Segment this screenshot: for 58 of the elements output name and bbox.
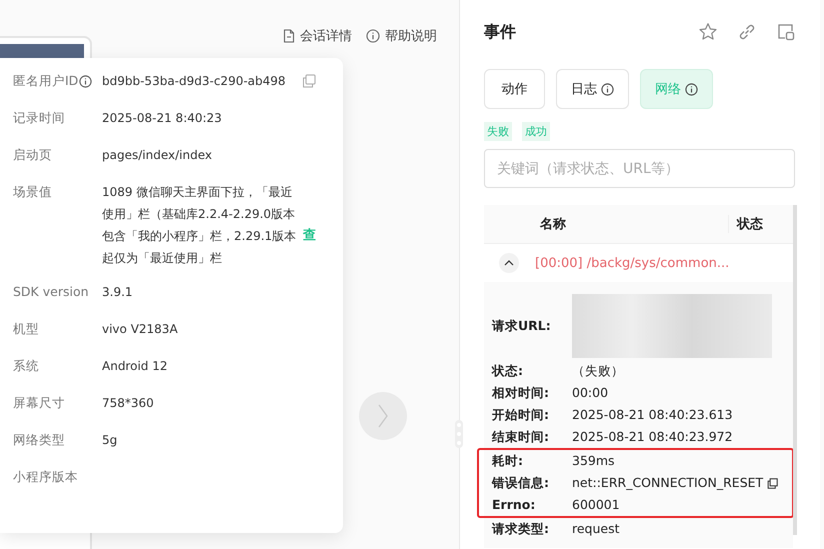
- detail-label: 请求URL:: [492, 317, 552, 335]
- filter-tab[interactable]: 动作: [484, 69, 545, 109]
- chevron-right-icon: [377, 403, 389, 429]
- field-value: pages/index/index: [102, 147, 213, 164]
- search-field[interactable]: 关键词（请求状态、URL等）: [484, 149, 795, 188]
- field-value: bd9bb-53ba-d9d3-c290-ab498: [102, 73, 287, 90]
- top-link[interactable]: 会话详情: [283, 27, 352, 45]
- detail-value: request: [572, 520, 620, 538]
- panel-title: 事件: [484, 22, 516, 42]
- field-value: 5g: [102, 432, 118, 449]
- detail-label: Errno:: [492, 496, 536, 514]
- detail-value: 359ms: [572, 452, 615, 470]
- star-icon[interactable]: [698, 22, 718, 42]
- field-label: 屏幕尺寸: [13, 394, 65, 412]
- field-value: 1089 微信聊天主界面下拉，「最近使用」栏（基础库2.2.4-2.29.0版本包含「我的小程序」栏，2.29.1版本起仅为「最近使用」栏: [102, 184, 298, 267]
- view-link[interactable]: 查: [303, 225, 316, 247]
- field-label: 机型: [13, 320, 39, 338]
- column-header: 状态: [737, 216, 763, 233]
- field-value: 3.9.1: [102, 284, 134, 301]
- detail-value: 600001: [572, 496, 620, 514]
- field-value: Android 12: [102, 358, 168, 375]
- scrollbar[interactable]: [793, 205, 797, 535]
- field-label: 网络类型: [13, 431, 65, 449]
- detail-label: 开始时间:: [492, 406, 550, 424]
- detail-label: 耗时:: [492, 452, 524, 470]
- detail-value: net::ERR_CONNECTION_RESET: [572, 474, 764, 492]
- detail-value: （失败）: [572, 362, 624, 380]
- field-value: vivo V2183A: [102, 321, 179, 338]
- field-label: 小程序版本: [13, 468, 78, 486]
- document-icon: [283, 29, 295, 43]
- collapse-button[interactable]: [499, 253, 519, 273]
- filter-tab[interactable]: 日志: [556, 69, 629, 109]
- detail-label: 相对时间:: [492, 384, 550, 402]
- detail-label: 结束时间:: [492, 428, 550, 446]
- detail-value: 2025-08-21 08:40:23.613: [572, 406, 733, 424]
- field-label: 场景值: [13, 183, 52, 201]
- detail-label: 状态:: [492, 362, 524, 380]
- field-label: 启动页: [13, 146, 52, 164]
- field-label: 匿名用户ID: [13, 72, 78, 90]
- detail-label: 错误信息:: [492, 474, 550, 492]
- status-tag[interactable]: 失败: [484, 122, 512, 141]
- chevron-up-icon: [504, 260, 514, 266]
- info-icon: [366, 29, 380, 43]
- filter-tab[interactable]: 网络: [640, 69, 713, 109]
- field-label: 记录时间: [13, 109, 65, 127]
- field-label: SDK version: [13, 283, 89, 301]
- window-icon[interactable]: [776, 22, 796, 42]
- field-value: 2025-08-21 8:40:23: [102, 110, 223, 127]
- top-link[interactable]: 帮助说明: [366, 27, 437, 45]
- detail-value: 00:00: [572, 384, 608, 402]
- detail-value: 2025-08-21 08:40:23.972: [572, 428, 733, 446]
- link-icon[interactable]: [737, 22, 757, 42]
- status-tag[interactable]: 成功: [522, 122, 550, 141]
- field-value: 758*360: [102, 395, 155, 412]
- detail-label: 请求类型:: [492, 520, 550, 538]
- field-label: 系统: [13, 357, 39, 375]
- copy-icon[interactable]: [767, 478, 778, 488]
- column-header: 名称: [540, 215, 729, 233]
